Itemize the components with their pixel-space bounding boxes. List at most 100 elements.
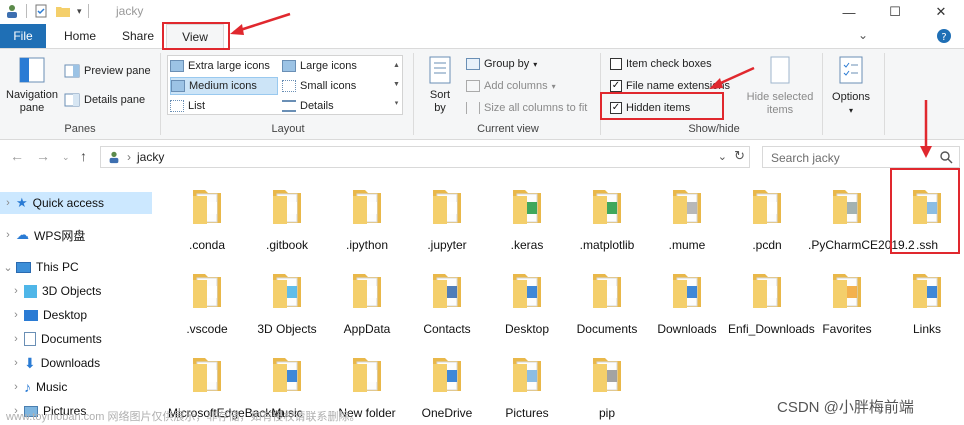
search-icon[interactable] (940, 151, 953, 164)
medium-icons-icon (171, 80, 185, 92)
preview-pane-button[interactable]: Preview pane (64, 62, 151, 80)
nav-item-documents[interactable]: › Documents (0, 328, 152, 350)
folder-vscode[interactable]: .vscode (168, 266, 246, 337)
layout-large-icons[interactable]: Large icons (282, 57, 392, 75)
maximize-button[interactable]: ☐ (872, 0, 918, 24)
folder-pip[interactable]: pip (568, 350, 646, 421)
folder-links[interactable]: Links (888, 266, 964, 337)
folder-label: .jupyter (427, 238, 467, 252)
folder-jupyter[interactable]: .jupyter (408, 182, 486, 253)
expand-icon[interactable]: › (0, 229, 16, 241)
window-controls: — ☐ ✕ (826, 0, 964, 24)
item-check-boxes-toggle[interactable]: Item check boxes (610, 55, 712, 73)
expand-icon[interactable]: › (8, 357, 24, 369)
folder-pycharmce2019-2[interactable]: .PyCharmCE2019.2 (808, 182, 915, 253)
group-by-button[interactable]: Group by ▾ (466, 55, 537, 73)
nav-item-this-pc[interactable]: ⌄ This PC (0, 256, 152, 278)
sort-by-button[interactable]: Sort by (420, 55, 460, 115)
layout-list[interactable]: List (170, 97, 278, 115)
folder-ipython[interactable]: .ipython (328, 182, 406, 253)
layout-medium-icons[interactable]: Medium icons (170, 77, 278, 95)
folder-3d-objects[interactable]: 3D Objects (248, 266, 326, 337)
up-button[interactable]: ↑ (80, 148, 87, 164)
folder-matplotlib[interactable]: .matplotlib (568, 182, 646, 253)
expand-icon[interactable]: › (8, 333, 24, 345)
nav-item-downloads[interactable]: › ⬇ Downloads (0, 352, 152, 374)
folder-onedrive[interactable]: OneDrive (408, 350, 486, 421)
folder-label: .keras (510, 238, 544, 252)
back-button[interactable]: ← (10, 148, 24, 164)
navigation-pane-button[interactable]: Navigation pane (2, 55, 62, 115)
nav-item-label: Documents (41, 332, 102, 346)
folder-mume[interactable]: .mume (648, 182, 726, 253)
folder-label: .vscode (186, 322, 228, 336)
layout-details[interactable]: Details (282, 97, 392, 115)
cloud-icon: ☁ (16, 227, 29, 242)
expand-icon[interactable]: › (0, 197, 16, 209)
nav-item-quick-access[interactable]: › ★ Quick access (0, 192, 152, 214)
chevron-down-icon: ▾ (533, 59, 538, 69)
help-icon[interactable]: ? (936, 28, 952, 44)
folder-pcdn[interactable]: .pcdn (728, 182, 806, 253)
folder-icon (833, 274, 861, 308)
new-folder-icon[interactable] (55, 3, 71, 19)
folder-label: Desktop (504, 322, 550, 336)
expand-icon[interactable]: › (8, 285, 24, 297)
forward-button[interactable]: → (36, 148, 50, 164)
folder-downloads[interactable]: Downloads (648, 266, 726, 337)
size-columns-button[interactable]: Size all columns to fit (466, 99, 587, 117)
folder-pictures[interactable]: Pictures (488, 350, 566, 421)
details-pane-button[interactable]: Details pane (64, 91, 145, 109)
minimize-button[interactable]: — (826, 0, 872, 24)
folder-label: .pcdn (752, 238, 782, 252)
folder-label: OneDrive (421, 406, 473, 420)
item-check-boxes-checkbox[interactable] (610, 58, 622, 70)
star-icon: ★ (16, 195, 28, 210)
folder-icon (193, 190, 221, 224)
annotation-box-ssh (890, 168, 960, 254)
refresh-icon[interactable]: ↻ (734, 148, 745, 164)
folder-enfi-downloads[interactable]: Enfi_Downloads (728, 266, 815, 337)
folder-favorites[interactable]: Favorites (808, 266, 886, 337)
add-columns-button[interactable]: Add columns ▾ (466, 77, 556, 95)
address-bar[interactable]: › jacky ⌄ ↻ (100, 146, 750, 168)
chevron-down-icon[interactable]: ⌄ (858, 28, 868, 42)
folder-icon (433, 190, 461, 224)
folder-keras[interactable]: .keras (488, 182, 566, 253)
folder-conda[interactable]: .conda (168, 182, 246, 253)
folder-documents[interactable]: Documents (568, 266, 646, 337)
folder-appdata[interactable]: AppData (328, 266, 406, 337)
tab-home[interactable]: Home (56, 24, 104, 48)
properties-icon[interactable] (33, 3, 49, 19)
nav-item-3d-objects[interactable]: › 3D Objects (0, 280, 152, 302)
nav-item-desktop[interactable]: › Desktop (0, 304, 152, 326)
user-folder-icon[interactable] (4, 3, 20, 19)
layout-gallery-scroll[interactable]: ▲ ▼ ▾ (391, 56, 402, 114)
layout-extra-large-icons[interactable]: Extra large icons (170, 57, 278, 75)
address-dropdown-icon[interactable]: ⌄ (718, 150, 727, 163)
ribbon-tabs: File Home Share View ⌄ ? (0, 24, 964, 49)
expand-icon[interactable]: › (8, 381, 24, 393)
details-label: Details (300, 100, 334, 112)
layout-small-icons[interactable]: Small icons (282, 77, 392, 95)
add-columns-label: Add columns (484, 80, 548, 92)
expand-icon[interactable]: › (8, 309, 24, 321)
close-button[interactable]: ✕ (918, 0, 964, 24)
collapse-icon[interactable]: ⌄ (0, 261, 16, 274)
breadcrumb-chevron-icon[interactable]: › (127, 150, 131, 164)
file-name-extensions-checkbox[interactable]: ✓ (610, 80, 622, 92)
options-button[interactable]: Options ▾ (826, 55, 876, 117)
folder-gitbook[interactable]: .gitbook (248, 182, 326, 253)
nav-item-music[interactable]: › ♪ Music (0, 376, 152, 398)
breadcrumb[interactable]: jacky (137, 150, 164, 164)
folder-desktop[interactable]: Desktop (488, 266, 566, 337)
folder-label: pip (598, 406, 615, 420)
recent-locations-button[interactable]: ⌄ (62, 152, 70, 163)
folder-contacts[interactable]: Contacts (408, 266, 486, 337)
nav-item-wps[interactable]: › ☁ WPS网盘 (0, 224, 152, 246)
layout-group-label: Layout (271, 123, 305, 135)
current-view-group-label: Current view (477, 123, 539, 135)
tab-share[interactable]: Share (116, 24, 160, 48)
tab-file[interactable]: File (0, 24, 46, 48)
customize-toolbar-icon[interactable]: ▾ (77, 6, 82, 17)
